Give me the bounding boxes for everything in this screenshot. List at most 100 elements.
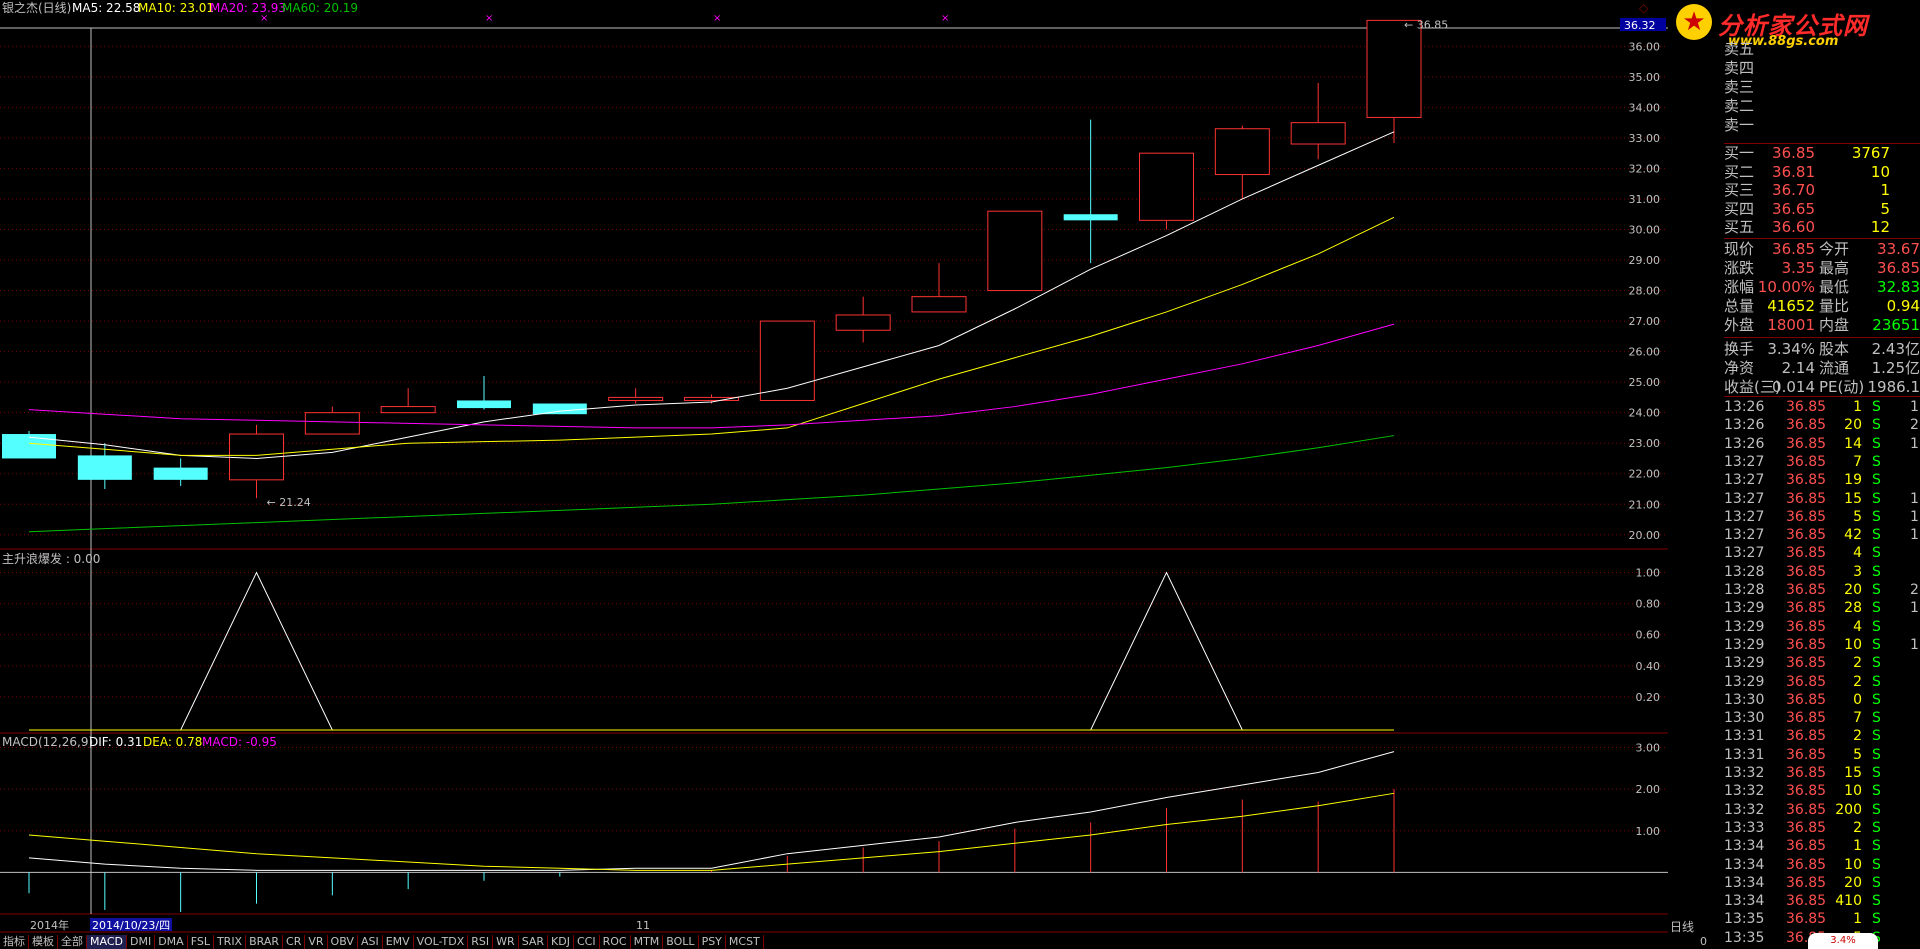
tick-row: 13:27 36.85 4 S (1724, 544, 1920, 563)
tick-side: S (1872, 527, 1881, 544)
tick-time: 13:28 (1724, 563, 1765, 580)
tab-psy[interactable]: PSY (699, 935, 726, 949)
tick-row: 13:32 36.85 15 S (1724, 764, 1920, 783)
tab-sar[interactable]: SAR (519, 935, 549, 949)
tab-cci[interactable]: CCI (574, 935, 600, 949)
tick-time: 13:29 (1724, 618, 1765, 635)
tick-side: S (1872, 545, 1881, 562)
bid-price: 36.85 (1772, 144, 1815, 162)
tab-brar[interactable]: BRAR (246, 935, 284, 949)
tick-row: 13:33 36.85 2 S (1724, 819, 1920, 838)
tab-asi[interactable]: ASI (358, 935, 383, 949)
kline-chart[interactable]: ← 21.24 ← 36.85 0.20 0.40 0.60 0.80 1.00 1.00… (0, 0, 1668, 949)
tick-count: 1 (1910, 508, 1919, 525)
tick-volume: 10 (1844, 783, 1862, 800)
bid-row: 买二 36.81 10 (1724, 163, 1920, 181)
tick-time: 13:26 (1724, 435, 1765, 452)
stat-label: 涨跌 (1724, 259, 1755, 277)
x-label-year: 2014年 (30, 918, 69, 932)
candle (608, 388, 664, 404)
indicator-tick-label: 0.40 (1636, 660, 1661, 673)
tab-emv[interactable]: EMV (383, 935, 414, 949)
fund-row: 收益(三) 0.014 PE(动) 1986.1 (1724, 378, 1920, 396)
ask-row: 卖一 (1724, 116, 1920, 134)
price-tick-label: 29.00 (1629, 254, 1661, 267)
tab-roc[interactable]: ROC (600, 935, 631, 949)
tick-volume: 10 (1844, 636, 1862, 653)
bid-row: 买一 36.85 3767 (1724, 144, 1920, 162)
marker-icon: × (485, 13, 493, 24)
tab-fsl[interactable]: FSL (188, 935, 214, 949)
tick-volume: 2 (1853, 728, 1862, 745)
price-tick-label: 21.00 (1629, 498, 1661, 511)
price-tick-label: 30.00 (1629, 223, 1661, 236)
price-tick-label: 24.00 (1629, 407, 1661, 420)
ma20-label: MA20: 23.93 (210, 1, 286, 15)
price-tick-label: 25.00 (1629, 376, 1661, 389)
tick-row: 13:34 36.85 10 S (1724, 856, 1920, 875)
tick-price: 36.85 (1786, 527, 1827, 544)
tick-time: 13:30 (1724, 710, 1765, 727)
stat-value: 36.85 (1877, 259, 1920, 277)
tick-price: 36.85 (1786, 874, 1827, 891)
bid-row: 买五 36.60 12 (1724, 218, 1920, 236)
tab-mcst[interactable]: MCST (726, 935, 764, 949)
tab-dmi[interactable]: DMI (127, 935, 156, 949)
tab-vol-tdx[interactable]: VOL-TDX (414, 935, 469, 949)
tab-全部[interactable]: 全部 (58, 935, 87, 949)
tick-count: 2 (1910, 582, 1919, 598)
stat-value: 41652 (1767, 297, 1815, 315)
tick-time: 13:29 (1724, 655, 1765, 672)
tick-price: 36.85 (1786, 728, 1827, 745)
tab-obv[interactable]: OBV (328, 935, 358, 949)
price-tick-label: 32.00 (1629, 162, 1661, 175)
price-tick-label: 27.00 (1629, 315, 1661, 328)
surge-line (29, 571, 1394, 731)
tab-macd[interactable]: MACD (87, 935, 127, 949)
tab-dma[interactable]: DMA (155, 935, 188, 949)
tick-count: 1 (1910, 636, 1919, 653)
tab-rsi[interactable]: RSI (468, 935, 494, 949)
tick-row: 13:31 36.85 5 S (1724, 746, 1920, 765)
tab-模板[interactable]: 模板 (29, 935, 58, 949)
bid-price: 36.70 (1772, 181, 1815, 199)
stat-label: 最高 (1819, 259, 1850, 277)
high-annotation: ← 36.85 (1404, 18, 1448, 31)
tick-volume: 14 (1844, 435, 1862, 452)
tab-vr[interactable]: VR (305, 935, 328, 949)
panel-divider (1724, 396, 1920, 397)
tab-wr[interactable]: WR (493, 935, 519, 949)
tab-mtm[interactable]: MTM (631, 935, 664, 949)
tick-time: 13:34 (1724, 838, 1765, 855)
tick-row: 13:34 36.85 20 S (1724, 874, 1920, 893)
macd-value-label: MACD: -0.95 (202, 735, 277, 749)
tick-row: 13:28 36.85 3 S (1724, 563, 1920, 582)
tick-price: 36.85 (1786, 508, 1827, 525)
stat-row: 现价 36.85 今开 33.67 (1724, 240, 1920, 258)
indicator-tabs[interactable]: 指标 模板 全部 MACD DMI DMA FSL TRIX BRAR CR VR OBV ASI EMV… (0, 935, 764, 949)
x-label-month: 11 (636, 919, 650, 932)
tick-volume: 1 (1853, 399, 1862, 415)
price-tick-label: 28.00 (1629, 285, 1661, 298)
tab-trix[interactable]: TRIX (214, 935, 247, 949)
tick-volume: 7 (1853, 710, 1862, 727)
tick-side: S (1872, 728, 1881, 745)
tab-指标[interactable]: 指标 (0, 935, 29, 949)
tick-volume: 5 (1853, 508, 1862, 525)
tick-price: 36.85 (1786, 636, 1827, 653)
period-label[interactable]: 日线 (1670, 918, 1710, 934)
tab-kdj[interactable]: KDJ (548, 935, 574, 949)
tick-count: 1 (1910, 399, 1919, 415)
tick-row: 13:27 36.85 15 S 1 (1724, 490, 1920, 509)
candle (153, 458, 208, 486)
stat-label: 现价 (1724, 240, 1755, 258)
candle (304, 406, 360, 435)
star-logo-icon: ★ (1676, 4, 1712, 40)
tick-side: S (1872, 746, 1881, 763)
price-tick-label: 33.00 (1629, 132, 1661, 145)
tab-cr[interactable]: CR (283, 935, 306, 949)
tick-volume: 2 (1853, 655, 1862, 672)
stat-label: 内盘 (1819, 316, 1850, 334)
tick-price: 36.85 (1786, 490, 1827, 507)
tab-boll[interactable]: BOLL (663, 935, 699, 949)
